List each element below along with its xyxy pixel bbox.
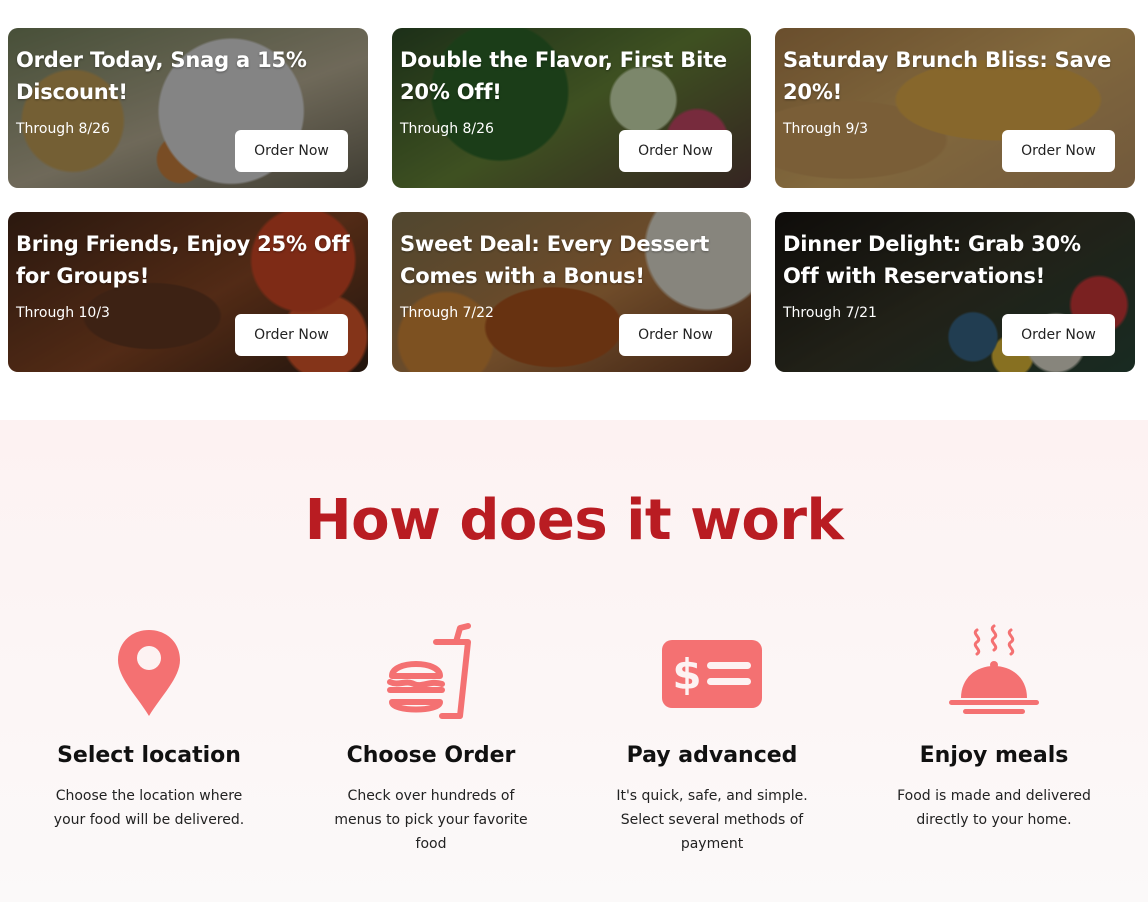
- section-title: How does it work: [304, 488, 844, 553]
- step-pay-advanced: $ Pay advanced It's quick, safe, and sim…: [592, 620, 832, 856]
- offer-card[interactable]: Sweet Deal: Every Dessert Comes with a B…: [392, 212, 751, 372]
- step-description: Check over hundreds of menus to pick you…: [334, 788, 528, 852]
- offer-title: Bring Friends, Enjoy 25% Off for Groups!: [16, 232, 350, 288]
- how-it-works-section: How does it work Select location Choose …: [0, 420, 1148, 902]
- step-description: It's quick, safe, and simple. Select sev…: [616, 788, 808, 852]
- order-now-button[interactable]: Order Now: [235, 314, 348, 356]
- burger-drink-icon: [311, 620, 551, 724]
- order-now-button[interactable]: Order Now: [619, 314, 732, 356]
- cloche-icon: [874, 620, 1114, 724]
- offer-card[interactable]: Bring Friends, Enjoy 25% Off for Groups!…: [8, 212, 368, 372]
- step-choose-order: Choose Order Check over hundreds of menu…: [311, 620, 551, 856]
- step-title: Choose Order: [346, 743, 516, 768]
- step-title: Enjoy meals: [919, 743, 1069, 768]
- offer-title: Double the Flavor, First Bite 20% Off!: [400, 48, 727, 104]
- offer-card[interactable]: Double the Flavor, First Bite 20% Off! T…: [392, 28, 751, 188]
- offer-card[interactable]: Saturday Brunch Bliss: Save 20%! Through…: [775, 28, 1135, 188]
- step-title: Select location: [57, 743, 241, 768]
- offer-title: Saturday Brunch Bliss: Save 20%!: [783, 48, 1112, 104]
- offer-card[interactable]: Order Today, Snag a 15% Discount! Throug…: [8, 28, 368, 188]
- order-now-button[interactable]: Order Now: [235, 130, 348, 172]
- step-title: Pay advanced: [626, 743, 798, 768]
- offer-date: Through 9/3: [783, 121, 869, 137]
- step-enjoy-meals: Enjoy meals Food is made and delivered d…: [874, 620, 1114, 832]
- map-pin-icon: [29, 620, 269, 724]
- offer-date: Through 7/21: [783, 305, 877, 321]
- svg-text:$: $: [672, 650, 701, 699]
- offer-date: Through 10/3: [16, 305, 110, 321]
- offer-card[interactable]: Dinner Delight: Grab 30% Off with Reserv…: [775, 212, 1135, 372]
- offer-date: Through 7/22: [400, 305, 494, 321]
- offer-date: Through 8/26: [400, 121, 494, 137]
- offer-title: Sweet Deal: Every Dessert Comes with a B…: [400, 232, 710, 288]
- order-now-button[interactable]: Order Now: [619, 130, 732, 172]
- offer-title: Dinner Delight: Grab 30% Off with Reserv…: [783, 232, 1081, 288]
- offer-title: Order Today, Snag a 15% Discount!: [16, 48, 307, 104]
- step-description: Food is made and delivered directly to y…: [897, 788, 1091, 828]
- offer-date: Through 8/26: [16, 121, 110, 137]
- step-select-location: Select location Choose the location wher…: [29, 620, 269, 832]
- order-now-button[interactable]: Order Now: [1002, 314, 1115, 356]
- dollar-card-icon: $: [592, 620, 832, 724]
- offers-section: Order Today, Snag a 15% Discount! Throug…: [0, 0, 1148, 420]
- step-description: Choose the location where your food will…: [53, 788, 245, 828]
- order-now-button[interactable]: Order Now: [1002, 130, 1115, 172]
